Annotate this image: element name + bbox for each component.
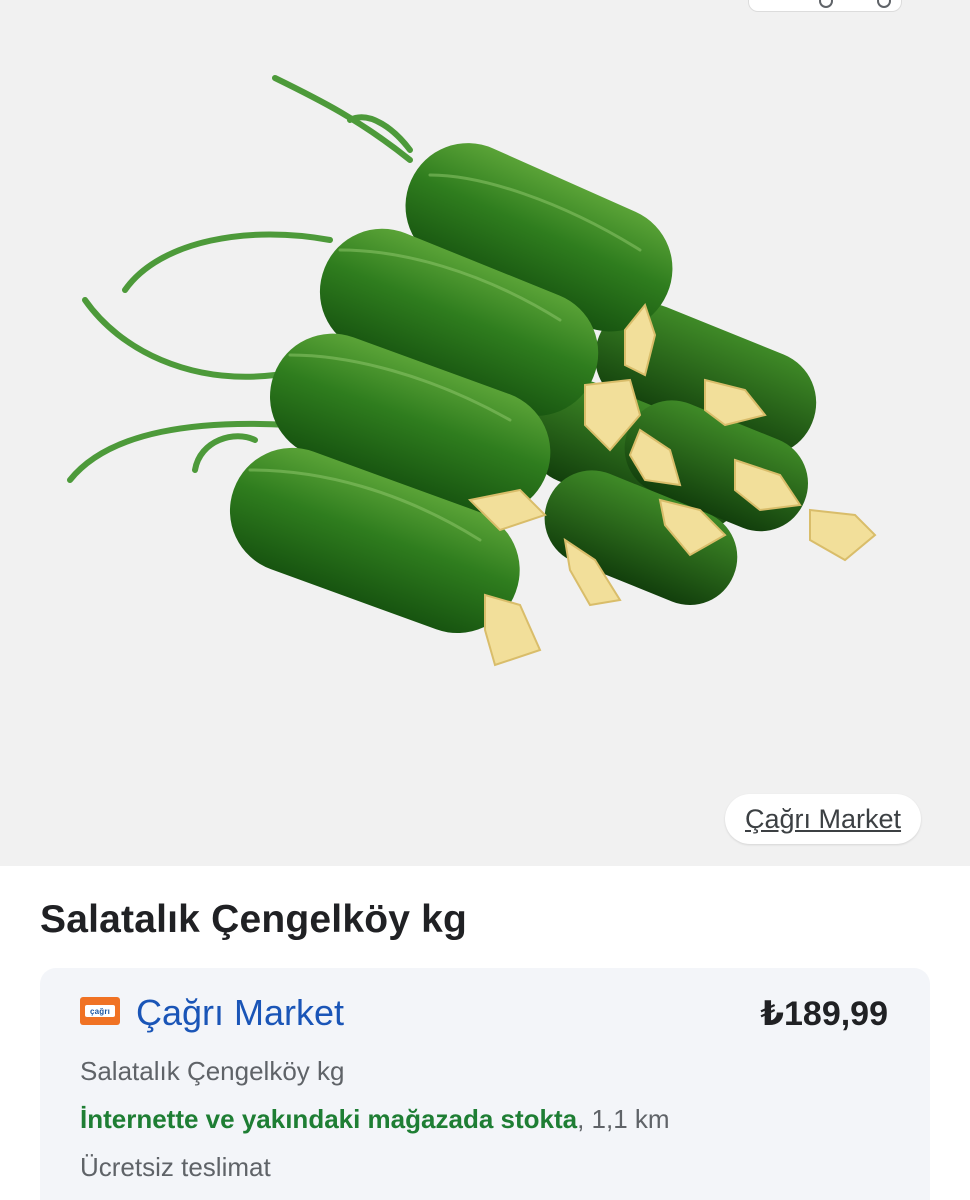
cucumber-image — [67, 75, 877, 667]
store-distance: , 1,1 km — [577, 1104, 670, 1134]
stock-status: İnternette ve yakındaki mağazada stokta,… — [80, 1104, 670, 1135]
store-name-link[interactable]: Çağrı Market — [136, 992, 344, 1034]
product-title: Salatalık Çengelköy kg — [40, 898, 468, 941]
image-source-link[interactable]: Çağrı Market — [725, 794, 922, 844]
offer-product-name: Salatalık Çengelköy kg — [80, 1056, 345, 1086]
cagri-market-logo: çağrı — [80, 997, 120, 1025]
delivery-info: Ücretsiz teslimat — [80, 1152, 271, 1182]
offer-card[interactable]: çağrı Çağrı Market ₺189,99 Salatalık Çen… — [40, 968, 930, 1200]
product-image-area[interactable]: Çağrı Market — [0, 0, 970, 866]
product-price: ₺189,99 — [760, 995, 888, 1033]
store-logo-text: çağrı — [85, 1005, 115, 1017]
stock-text: İnternette ve yakındaki mağazada stokta — [80, 1104, 578, 1134]
